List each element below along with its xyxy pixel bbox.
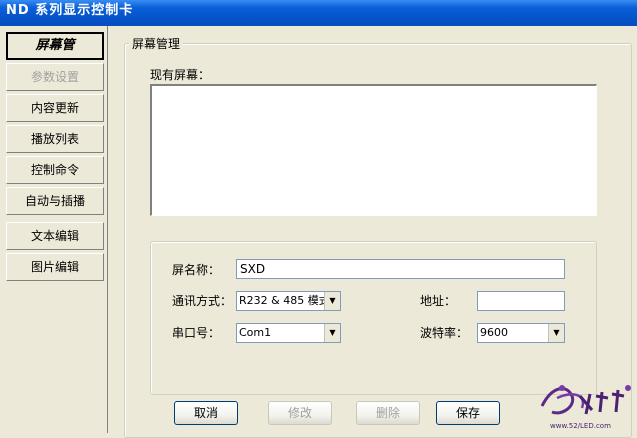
save-button[interactable]: 保存 (436, 401, 500, 425)
serial-port-select[interactable]: Com1 ▼ (236, 323, 341, 343)
watermark-logo: www.52/LED.com (540, 385, 631, 430)
sidebar-item-text-edit[interactable]: 文本编辑 (6, 222, 104, 250)
delete-button[interactable]: 删除 (356, 401, 420, 425)
sidebar-item-screen-mgmt[interactable]: 屏幕管 (6, 32, 104, 60)
chevron-down-icon[interactable]: ▼ (548, 324, 564, 342)
sidebar-item-content-update[interactable]: 内容更新 (6, 94, 104, 122)
window-title: ND 系列显示控制卡 (0, 0, 637, 26)
existing-screens-label: 现有屏幕： (150, 68, 211, 82)
sidebar-item-image-edit[interactable]: 图片编辑 (6, 253, 104, 281)
baud-rate-select[interactable]: 9600 ▼ (477, 323, 565, 343)
address-input[interactable] (477, 291, 565, 311)
serial-port-label: 串口号： (172, 326, 221, 340)
serial-port-value: Com1 (239, 326, 272, 339)
comm-mode-label: 通讯方式： (172, 294, 233, 308)
sidebar-item-params[interactable]: 参数设置 (6, 63, 104, 91)
existing-screens-list[interactable] (150, 84, 597, 216)
address-label: 地址： (420, 294, 457, 308)
sidebar: 屏幕管 参数设置 内容更新 播放列表 控制命令 自动与插播 文本编辑 图片编辑 (0, 26, 108, 433)
chevron-down-icon[interactable]: ▼ (324, 324, 340, 342)
comm-mode-select[interactable]: R232 & 485 模式 ▼ (236, 291, 341, 311)
cancel-button[interactable]: 取消 (174, 401, 238, 425)
chevron-down-icon[interactable]: ▼ (324, 292, 340, 310)
screen-mgmt-group-title: 屏幕管理 (129, 35, 184, 52)
sidebar-item-playlist[interactable]: 播放列表 (6, 125, 104, 153)
sidebar-item-auto-insert[interactable]: 自动与插播 (6, 187, 104, 215)
baud-rate-label: 波特率： (420, 326, 469, 340)
baud-rate-value: 9600 (480, 326, 508, 339)
modify-button[interactable]: 修改 (268, 401, 332, 425)
screen-name-label: 屏名称： (172, 263, 221, 277)
comm-mode-value: R232 & 485 模式 (239, 294, 330, 307)
screen-name-input[interactable]: SXD (236, 259, 565, 279)
sidebar-item-control-cmd[interactable]: 控制命令 (6, 156, 104, 184)
watermark-url: www.52/LED.com (550, 422, 611, 430)
